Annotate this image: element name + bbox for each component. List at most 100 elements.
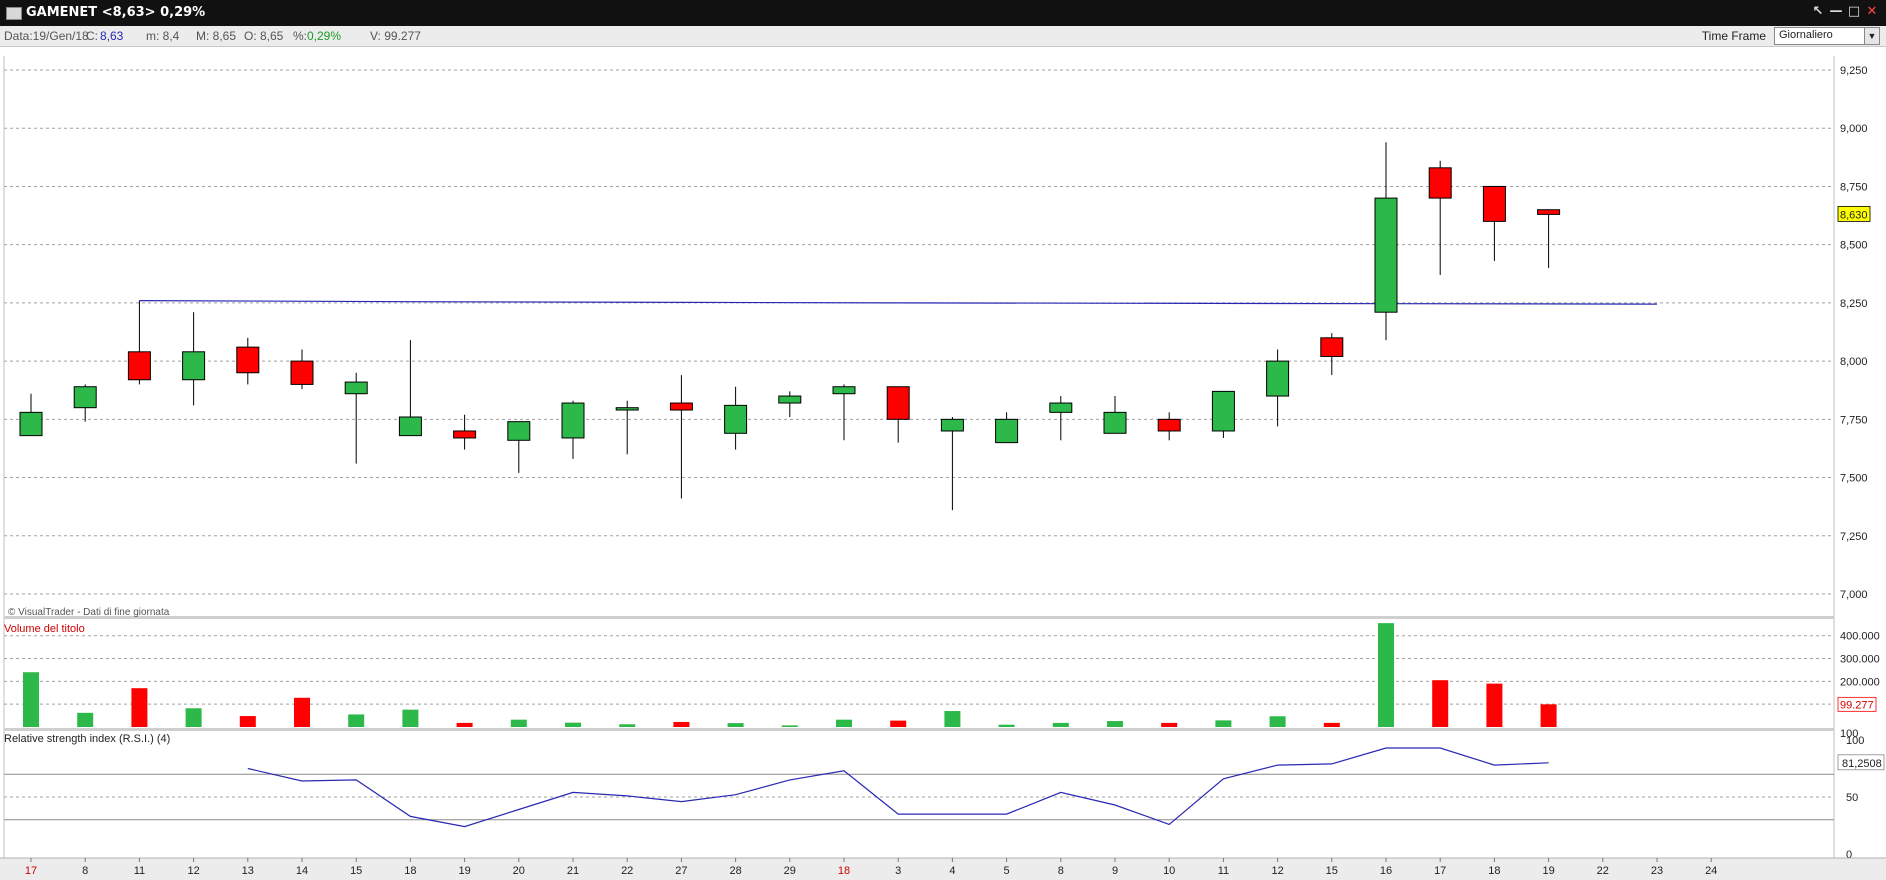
x-tick-label: 4	[949, 865, 955, 877]
minimize-button[interactable]: —	[1828, 4, 1844, 20]
quote-info-bar: Data:19/Gen/18 C: 8,63 m: 8,4 M: 8,65 O:…	[0, 26, 1886, 47]
price-tick-label: 8,000	[1840, 356, 1868, 368]
candle-body	[344, 381, 368, 395]
candle-body	[1266, 360, 1290, 397]
window-title: GAMENET <8,63> 0,29%	[26, 5, 206, 20]
candle	[236, 337, 260, 385]
x-tick-label: 19	[458, 865, 470, 877]
candle-body	[886, 386, 910, 420]
rsi-panel-title: Relative strength index (R.S.I.) (4)	[4, 733, 170, 745]
reference-line	[139, 300, 1658, 305]
volume-bar	[1107, 721, 1123, 727]
x-tick-label: 28	[729, 865, 741, 877]
volume-bar	[836, 719, 852, 727]
volume-bar	[890, 720, 907, 727]
candle	[398, 340, 422, 437]
timeframe-value: Giornaliero	[1779, 29, 1833, 41]
candle	[1211, 390, 1235, 438]
volume-panel: 100200.000300.000400.00099.277	[4, 623, 1880, 740]
volume-bar	[1540, 704, 1557, 727]
price-tick-label: 7,500	[1840, 473, 1868, 485]
stock-chart[interactable]: 7,000 7,250 7,500 7,750 8,000 8,250 8,500 8,750…	[0, 46, 1886, 880]
x-tick-label: 17	[25, 865, 37, 877]
candle	[290, 349, 314, 390]
chevron-down-icon[interactable]: ▼	[1864, 28, 1879, 44]
panel-separator	[4, 616, 1834, 619]
candle-body	[182, 351, 206, 381]
watermark: © VisualTrader - Dati di fine giornata	[8, 607, 170, 618]
candle	[724, 386, 748, 450]
timeframe-select[interactable]: Giornaliero ▼	[1774, 27, 1880, 45]
candle	[127, 300, 151, 385]
candle-body	[1103, 411, 1127, 434]
x-tick-label: 9	[1112, 865, 1118, 877]
candle	[1266, 349, 1290, 427]
x-tick-label: 29	[784, 865, 796, 877]
x-tick-label: 11	[1218, 865, 1229, 877]
panel-separator	[4, 728, 1834, 731]
x-tick-label: 20	[513, 865, 525, 877]
candle-body	[561, 402, 585, 439]
candle	[940, 417, 964, 511]
candle-body	[1157, 418, 1181, 432]
quote-volume: V: 99.277	[370, 29, 421, 43]
volume-bar	[781, 725, 798, 727]
volume-bar	[1052, 722, 1069, 727]
candle	[1049, 396, 1073, 441]
candle	[1320, 333, 1344, 376]
candle-body	[1374, 197, 1398, 313]
quote-close: 8,63	[100, 29, 124, 43]
candle-body	[507, 421, 531, 441]
x-tick-label: 22	[621, 865, 633, 877]
candle-body	[19, 411, 43, 437]
volume-bar	[1432, 680, 1449, 727]
quote-min: m: 8,4	[146, 29, 180, 43]
candle	[886, 386, 910, 443]
candle	[1374, 142, 1398, 341]
candle-body	[778, 395, 802, 404]
x-tick-label: 12	[187, 865, 199, 877]
close-button[interactable]: ✕	[1864, 4, 1880, 20]
candle	[832, 384, 856, 441]
quote-date: Data:19/Gen/18	[4, 29, 89, 43]
x-tick-label: 27	[675, 865, 687, 877]
x-axis: 17 8 11 12 13 14 15 18 19 20 21 22 27 28 29 18 3 4 5 8 9 10 11…	[0, 857, 1886, 880]
candle-body	[398, 416, 422, 437]
price-tick-label: 9,000	[1840, 123, 1868, 135]
price-badge-label: 8,630	[1840, 209, 1868, 221]
candle-body	[1049, 402, 1073, 413]
maximize-button[interactable]: □	[1846, 4, 1862, 20]
volume-bar	[239, 716, 256, 727]
candle-body	[453, 430, 477, 439]
quote-pct-label: %:	[293, 29, 308, 43]
volume-bar	[1323, 722, 1340, 727]
volume-bar	[1215, 720, 1232, 727]
candle-body	[1211, 390, 1235, 432]
candle-body	[127, 351, 151, 381]
rsi-panel: 05010081,2508	[4, 735, 1885, 861]
volume-tick-label: 300.000	[1840, 654, 1880, 666]
rsi-line	[247, 747, 1549, 828]
volume-bar	[23, 672, 39, 727]
candle-body	[724, 404, 748, 434]
volume-bar	[1161, 722, 1178, 727]
x-tick-label: 3	[895, 865, 901, 877]
volume-bar	[944, 711, 961, 727]
x-tick-label: 8	[82, 865, 88, 877]
rsi-tick-label: 100	[1846, 735, 1864, 747]
volume-bar	[131, 688, 148, 727]
candle-body	[669, 402, 693, 411]
candle-body	[1482, 185, 1506, 222]
candle-body	[615, 407, 639, 411]
volume-bar	[998, 724, 1015, 727]
x-tick-label: 19	[1542, 865, 1554, 877]
candle	[995, 412, 1019, 444]
volume-tick-label: 200.000	[1840, 676, 1880, 688]
candle-body	[995, 418, 1019, 444]
x-tick-label: 16	[1380, 865, 1392, 877]
volume-bar	[1486, 683, 1503, 727]
volume-bar	[1378, 623, 1394, 727]
detach-icon[interactable]: ↖	[1810, 4, 1826, 20]
candle	[1103, 396, 1127, 434]
quote-close-label: C:	[86, 29, 98, 43]
